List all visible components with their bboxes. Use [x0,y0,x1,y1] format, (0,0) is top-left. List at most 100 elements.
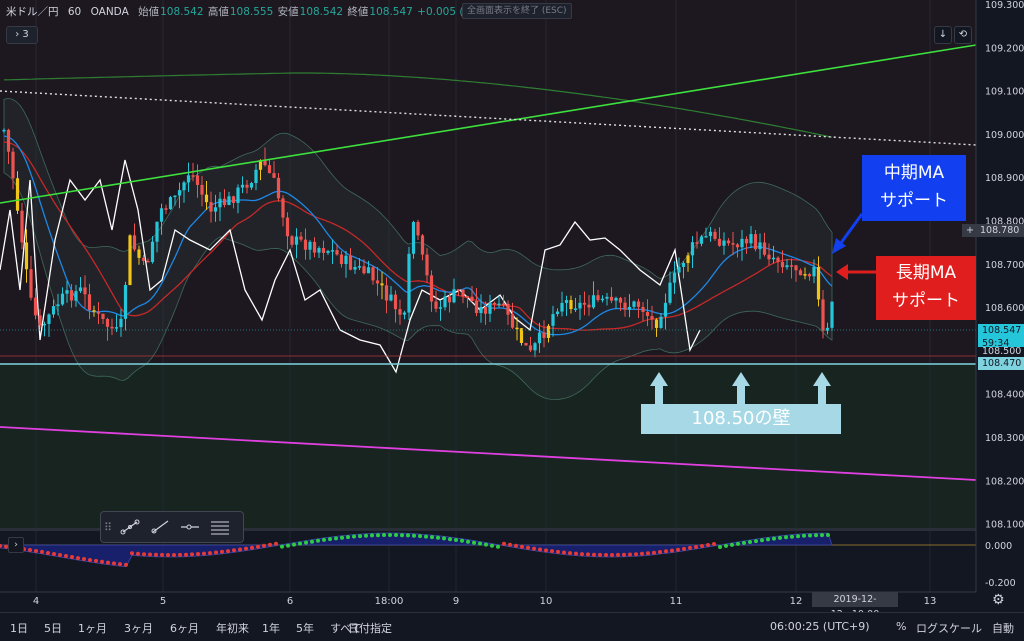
close-value: 108.547 [369,6,413,18]
candle-body [285,217,290,237]
osc-dot [34,549,38,553]
candle-body [452,289,456,303]
candle-body [267,165,272,174]
osc-dot [172,553,176,557]
osc-dot [664,549,668,554]
osc-dot [94,558,98,563]
osc-dot [226,549,230,554]
osc-dot [70,555,74,559]
fullscreen-hint[interactable]: 全画面表示を終了 (ESC) [462,3,572,19]
osc-dot [466,539,470,544]
candle-body [128,235,132,285]
chart-canvas[interactable]: 109.300109.200109.100109.000108.900108.8… [0,0,1024,640]
osc-dot [604,553,608,557]
percent-toggle[interactable]: % [896,620,906,633]
candle-body [735,244,740,248]
osc-dot [256,544,260,549]
candle-body [74,291,78,301]
osc-dot [532,546,536,551]
mid-ma-support-label: 中期MA サポート [862,155,966,221]
candle-body [330,250,335,252]
grip-icon[interactable]: ⠿ [101,521,115,534]
oscillator-toggle[interactable]: › [8,537,24,553]
candle-body [753,234,758,250]
osc-dot [208,551,212,556]
osc-dot [802,533,806,538]
osc-dot [736,541,740,546]
candle-body [677,266,681,273]
candle-body [321,248,326,253]
clock: 06:00:25 (UTC+9) [770,620,870,633]
candle-body [654,319,659,328]
auto-scale-toggle[interactable]: 自動 [992,620,1014,636]
candle-body [159,208,164,222]
range-button[interactable]: 1日 [10,620,28,636]
reset-button[interactable]: ⟲ [954,26,972,44]
osc-dot [712,542,716,546]
indicators-toggle[interactable]: › 3 [6,26,38,44]
plus-icon[interactable]: + [966,224,974,237]
osc-dot [238,547,242,552]
candle-body [335,250,339,255]
osc-dot [694,545,698,549]
osc-tick: -0.200 [985,578,1016,589]
osc-dot [568,551,572,556]
osc-dot [52,552,56,556]
osc-dot [472,540,476,545]
arrow-down-icon: ↓ [938,29,948,40]
ray-tool[interactable] [145,515,175,539]
range-button[interactable]: 1年 [262,620,280,636]
horizontal-ray-tool[interactable] [175,515,205,539]
candle-body [708,231,713,237]
symbol-name[interactable]: 米ドル／円 [6,6,59,18]
trend-line-tool[interactable] [115,515,145,539]
candle-body [303,239,308,250]
range-button[interactable]: 1ヶ月 [78,620,107,636]
scroll-down-button[interactable]: ↓ [934,26,952,44]
candle-body [290,236,294,245]
osc-dot [190,552,194,557]
range-button[interactable]: 年初来 [216,620,249,636]
candle-body [672,272,677,283]
candle-body [380,283,384,286]
time-tick: 4 [33,596,39,607]
candle-body [470,296,474,302]
range-button[interactable]: 5日 [44,620,62,636]
long-ma-support-label: 長期MA サポート [876,256,976,320]
range-button[interactable]: 6ヶ月 [170,620,199,636]
candle-body [483,306,488,314]
candle-body [29,269,33,298]
osc-dot [40,549,44,554]
osc-dot [808,533,812,538]
candle-body [528,345,533,351]
crosshair-price-value: 108.780 [980,225,1020,236]
log-scale-toggle[interactable]: ログスケール [916,620,982,636]
candle-body [465,296,470,298]
candle-body [722,240,726,246]
range-button[interactable]: 5年 [296,620,314,636]
candle-body [501,303,506,306]
candle-body [569,300,573,310]
candle-body [141,257,146,261]
trend-line-icon [120,519,140,535]
candle-body [312,241,317,253]
osc-dot [340,535,344,540]
candle-body [663,302,668,317]
osc-dot [742,540,746,545]
price-tick: 108.100 [985,520,1024,531]
osc-dot [388,533,392,537]
candle-body [686,255,690,264]
candle-body [506,303,510,315]
candle-body [420,235,425,255]
parallel-channel-tool[interactable] [205,515,235,539]
osc-dot [184,552,188,557]
settings-icon[interactable]: ⚙ [992,592,1005,608]
range-button[interactable]: 3ヶ月 [124,620,153,636]
osc-dot [598,552,602,557]
close-label: 終値 [347,6,369,18]
osc-dot [676,547,680,552]
candle-body [294,236,299,245]
drawing-toolbar: ⠿ [100,511,244,543]
custom-range-button[interactable]: 日付指定 [348,620,392,636]
ray-icon [151,520,169,534]
